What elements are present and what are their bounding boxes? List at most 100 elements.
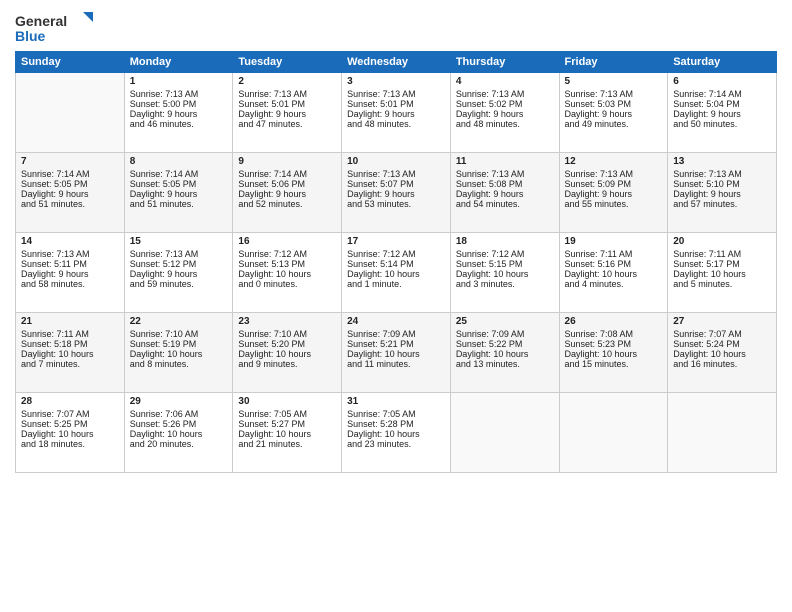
cell-content-line: Sunset: 5:05 PM (130, 179, 228, 189)
day-number: 2 (238, 76, 336, 87)
cell-content-line: Sunset: 5:24 PM (673, 339, 771, 349)
cell-content-line: Sunrise: 7:12 AM (456, 249, 554, 259)
calendar-cell (16, 73, 125, 153)
cell-content-line: Daylight: 9 hours (238, 189, 336, 199)
cell-content-line: and 54 minutes. (456, 199, 554, 209)
cell-content-line: Sunset: 5:26 PM (130, 419, 228, 429)
calendar-cell: 30Sunrise: 7:05 AMSunset: 5:27 PMDayligh… (233, 393, 342, 473)
cell-content-line: Sunrise: 7:13 AM (456, 89, 554, 99)
svg-text:Blue: Blue (15, 28, 46, 44)
calendar-cell: 23Sunrise: 7:10 AMSunset: 5:20 PMDayligh… (233, 313, 342, 393)
cell-content-line: and 15 minutes. (565, 359, 663, 369)
calendar-cell: 5Sunrise: 7:13 AMSunset: 5:03 PMDaylight… (559, 73, 668, 153)
cell-content-line: Sunrise: 7:13 AM (565, 169, 663, 179)
day-number: 27 (673, 316, 771, 327)
day-number: 1 (130, 76, 228, 87)
cell-content-line: Daylight: 9 hours (456, 109, 554, 119)
day-number: 7 (21, 156, 119, 167)
cell-content-line: Daylight: 9 hours (130, 269, 228, 279)
day-number: 6 (673, 76, 771, 87)
calendar-cell (559, 393, 668, 473)
cell-content-line: Daylight: 9 hours (673, 189, 771, 199)
cell-content-line: Sunrise: 7:10 AM (130, 329, 228, 339)
calendar-cell: 1Sunrise: 7:13 AMSunset: 5:00 PMDaylight… (124, 73, 233, 153)
cell-content-line: Sunset: 5:18 PM (21, 339, 119, 349)
cell-content-line: Sunrise: 7:07 AM (21, 409, 119, 419)
calendar-cell: 11Sunrise: 7:13 AMSunset: 5:08 PMDayligh… (450, 153, 559, 233)
cell-content-line: Daylight: 10 hours (21, 429, 119, 439)
calendar-cell: 18Sunrise: 7:12 AMSunset: 5:15 PMDayligh… (450, 233, 559, 313)
calendar-day-header: Tuesday (233, 52, 342, 73)
cell-content-line: Daylight: 9 hours (565, 189, 663, 199)
cell-content-line: Sunrise: 7:14 AM (238, 169, 336, 179)
calendar-day-header: Saturday (668, 52, 777, 73)
cell-content-line: and 5 minutes. (673, 279, 771, 289)
cell-content-line: Sunrise: 7:12 AM (347, 249, 445, 259)
cell-content-line: Sunset: 5:28 PM (347, 419, 445, 429)
cell-content-line: and 57 minutes. (673, 199, 771, 209)
cell-content-line: Sunset: 5:17 PM (673, 259, 771, 269)
cell-content-line: Sunset: 5:03 PM (565, 99, 663, 109)
cell-content-line: and 8 minutes. (130, 359, 228, 369)
calendar-cell: 15Sunrise: 7:13 AMSunset: 5:12 PMDayligh… (124, 233, 233, 313)
cell-content-line: Daylight: 9 hours (456, 189, 554, 199)
day-number: 21 (21, 316, 119, 327)
day-number: 18 (456, 236, 554, 247)
cell-content-line: Sunrise: 7:13 AM (130, 89, 228, 99)
calendar-day-header: Friday (559, 52, 668, 73)
cell-content-line: and 46 minutes. (130, 119, 228, 129)
calendar-week-row: 28Sunrise: 7:07 AMSunset: 5:25 PMDayligh… (16, 393, 777, 473)
cell-content-line: Sunset: 5:19 PM (130, 339, 228, 349)
calendar-cell: 14Sunrise: 7:13 AMSunset: 5:11 PMDayligh… (16, 233, 125, 313)
day-number: 15 (130, 236, 228, 247)
calendar-cell: 27 Sunrise: 7:07 AMSunset: 5:24 PMDayligh… (668, 313, 777, 393)
calendar-day-header: Monday (124, 52, 233, 73)
cell-content-line: Sunset: 5:02 PM (456, 99, 554, 109)
cell-content-line: Sunset: 5:15 PM (456, 259, 554, 269)
calendar-cell: 8Sunrise: 7:14 AMSunset: 5:05 PMDaylight… (124, 153, 233, 233)
calendar-day-header: Wednesday (342, 52, 451, 73)
svg-text:General: General (15, 13, 67, 29)
day-number: 4 (456, 76, 554, 87)
cell-content-line: Sunrise: 7:07 AM (673, 329, 771, 339)
cell-content-line: Sunrise: 7:12 AM (238, 249, 336, 259)
cell-content-line: Daylight: 10 hours (456, 349, 554, 359)
cell-content-line: Daylight: 10 hours (21, 349, 119, 359)
calendar-cell: 20Sunrise: 7:11 AMSunset: 5:17 PMDayligh… (668, 233, 777, 313)
calendar-cell: 22Sunrise: 7:10 AMSunset: 5:19 PMDayligh… (124, 313, 233, 393)
calendar-day-header: Sunday (16, 52, 125, 73)
cell-content-line: Daylight: 10 hours (565, 349, 663, 359)
header: General Blue (15, 10, 777, 45)
cell-content-line: Sunset: 5:07 PM (347, 179, 445, 189)
cell-content-line: Daylight: 10 hours (673, 349, 771, 359)
calendar-cell: 2Sunrise: 7:13 AMSunset: 5:01 PMDaylight… (233, 73, 342, 153)
cell-content-line: Sunrise: 7:06 AM (130, 409, 228, 419)
cell-content-line: Daylight: 9 hours (21, 189, 119, 199)
cell-content-line: Sunrise: 7:14 AM (130, 169, 228, 179)
calendar-cell: 24Sunrise: 7:09 AMSunset: 5:21 PMDayligh… (342, 313, 451, 393)
day-number: 24 (347, 316, 445, 327)
calendar-cell: 21Sunrise: 7:11 AMSunset: 5:18 PMDayligh… (16, 313, 125, 393)
cell-content-line: and 49 minutes. (565, 119, 663, 129)
cell-content-line: Daylight: 9 hours (347, 109, 445, 119)
cell-content-line: and 51 minutes. (21, 199, 119, 209)
cell-content-line: Daylight: 9 hours (21, 269, 119, 279)
calendar-cell: 19Sunrise: 7:11 AMSunset: 5:16 PMDayligh… (559, 233, 668, 313)
cell-content-line: Daylight: 10 hours (347, 269, 445, 279)
cell-content-line: Sunrise: 7:13 AM (347, 89, 445, 99)
day-number: 8 (130, 156, 228, 167)
cell-content-line: and 50 minutes. (673, 119, 771, 129)
cell-content-line: Sunset: 5:05 PM (21, 179, 119, 189)
day-number: 9 (238, 156, 336, 167)
logo-svg: General Blue (15, 10, 95, 45)
day-number: 17 (347, 236, 445, 247)
day-number: 23 (238, 316, 336, 327)
cell-content-line: Sunrise: 7:09 AM (347, 329, 445, 339)
calendar-cell: 12Sunrise: 7:13 AMSunset: 5:09 PMDayligh… (559, 153, 668, 233)
day-number: 29 (130, 396, 228, 407)
calendar-week-row: 21Sunrise: 7:11 AMSunset: 5:18 PMDayligh… (16, 313, 777, 393)
cell-content-line: Sunset: 5:27 PM (238, 419, 336, 429)
cell-content-line: and 47 minutes. (238, 119, 336, 129)
day-number: 20 (673, 236, 771, 247)
cell-content-line: and 3 minutes. (456, 279, 554, 289)
